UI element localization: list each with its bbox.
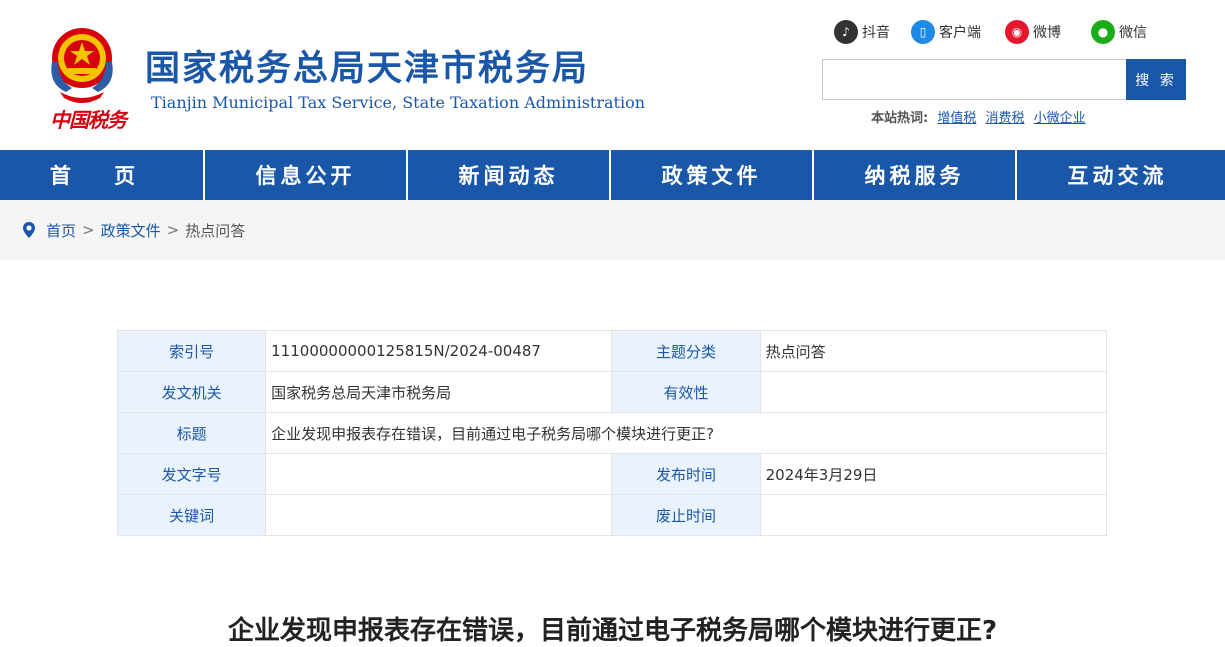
nav-tax-service[interactable]: 纳税服务 [812,150,1015,200]
nav-info-disclosure[interactable]: 信息公开 [203,150,406,200]
hot-word-small-micro[interactable]: 小微企业 [1034,111,1086,126]
breadcrumb: 首页 > 政策文件 > 热点问答 [0,200,1225,260]
location-pin-icon [23,222,35,238]
social-douyin[interactable]: ♪ 抖音 [834,20,890,44]
nav-home[interactable]: 首 页 [0,150,203,200]
nav-news[interactable]: 新闻动态 [406,150,609,200]
breadcrumb-separator: > [82,221,95,239]
hot-words: 本站热词: 增值税 消费税 小微企业 [871,107,1086,126]
hot-word-vat[interactable]: 增值税 [937,111,976,126]
hot-words-label: 本站热词: [871,111,929,126]
publish-date-value: 2024年3月29日 [759,453,1108,495]
keywords-value [265,494,613,536]
doc-no-label: 发文字号 [116,453,267,495]
title-label: 标题 [116,412,267,454]
keywords-label: 关键词 [116,494,267,536]
topic-label: 主题分类 [611,330,761,372]
table-row: 索引号 11100000000125815N/2024-00487 主题分类 热… [116,330,1108,372]
search-input[interactable] [822,59,1127,100]
site-subtitle: Tianjin Municipal Tax Service, State Tax… [151,93,646,112]
site-header: 中国税务 国家税务总局天津市税务局 Tianjin Municipal Tax … [0,0,1225,150]
china-tax-seal-text: 中国税务 [50,108,127,132]
wechat-icon: ● [1091,20,1115,44]
nav-policy[interactable]: 政策文件 [609,150,812,200]
nav-interaction[interactable]: 互动交流 [1015,150,1218,200]
breadcrumb-current: 热点问答 [185,221,246,240]
search-button[interactable]: 搜 索 [1126,59,1186,100]
validity-label: 有效性 [611,371,761,413]
weibo-icon: ◉ [1005,20,1029,44]
validity-value [759,371,1108,413]
social-weibo-label: 微博 [1033,25,1061,41]
national-emblem-icon[interactable] [42,22,122,106]
doc-no-value [265,453,613,495]
article-title: 企业发现申报表存在错误，目前通过电子税务局哪个模块进行更正? [227,616,998,646]
social-wechat[interactable]: ● 微信 [1091,20,1147,44]
breadcrumb-home[interactable]: 首页 [46,220,76,241]
mobile-client-icon: ▯ [911,20,935,44]
repeal-date-value [759,494,1108,536]
social-douyin-label: 抖音 [862,25,890,41]
site-title[interactable]: 国家税务总局天津市税务局 [145,40,589,91]
douyin-icon: ♪ [834,20,858,44]
table-row: 发文字号 发布时间 2024年3月29日 [116,453,1108,495]
main-nav: 首 页 信息公开 新闻动态 政策文件 纳税服务 互动交流 [0,150,1225,200]
social-client-label: 客户端 [939,25,981,41]
social-client[interactable]: ▯ 客户端 [911,20,981,44]
publish-date-label: 发布时间 [611,453,761,495]
table-row: 发文机关 国家税务总局天津市税务局 有效性 [116,371,1108,413]
document-info-table: 索引号 11100000000125815N/2024-00487 主题分类 热… [116,330,1108,536]
breadcrumb-policy[interactable]: 政策文件 [101,220,161,241]
breadcrumb-separator: > [166,221,180,239]
table-row: 关键词 废止时间 [116,494,1108,536]
hot-word-consumption-tax[interactable]: 消费税 [986,111,1025,126]
topic-value: 热点问答 [759,330,1108,372]
index-no-value: 11100000000125815N/2024-00487 [265,330,613,372]
index-no-label: 索引号 [116,330,267,372]
social-weibo[interactable]: ◉ 微博 [1005,20,1061,44]
title-value: 企业发现申报表存在错误，目前通过电子税务局哪个模块进行更正? [265,412,1107,454]
page: 中国税务 国家税务总局天津市税务局 Tianjin Municipal Tax … [0,0,1225,647]
table-row: 标题 企业发现申报表存在错误，目前通过电子税务局哪个模块进行更正? [116,412,1107,454]
issuer-value: 国家税务总局天津市税务局 [265,371,613,413]
repeal-date-label: 废止时间 [611,494,761,536]
issuer-label: 发文机关 [116,371,267,413]
social-wechat-label: 微信 [1119,25,1147,41]
